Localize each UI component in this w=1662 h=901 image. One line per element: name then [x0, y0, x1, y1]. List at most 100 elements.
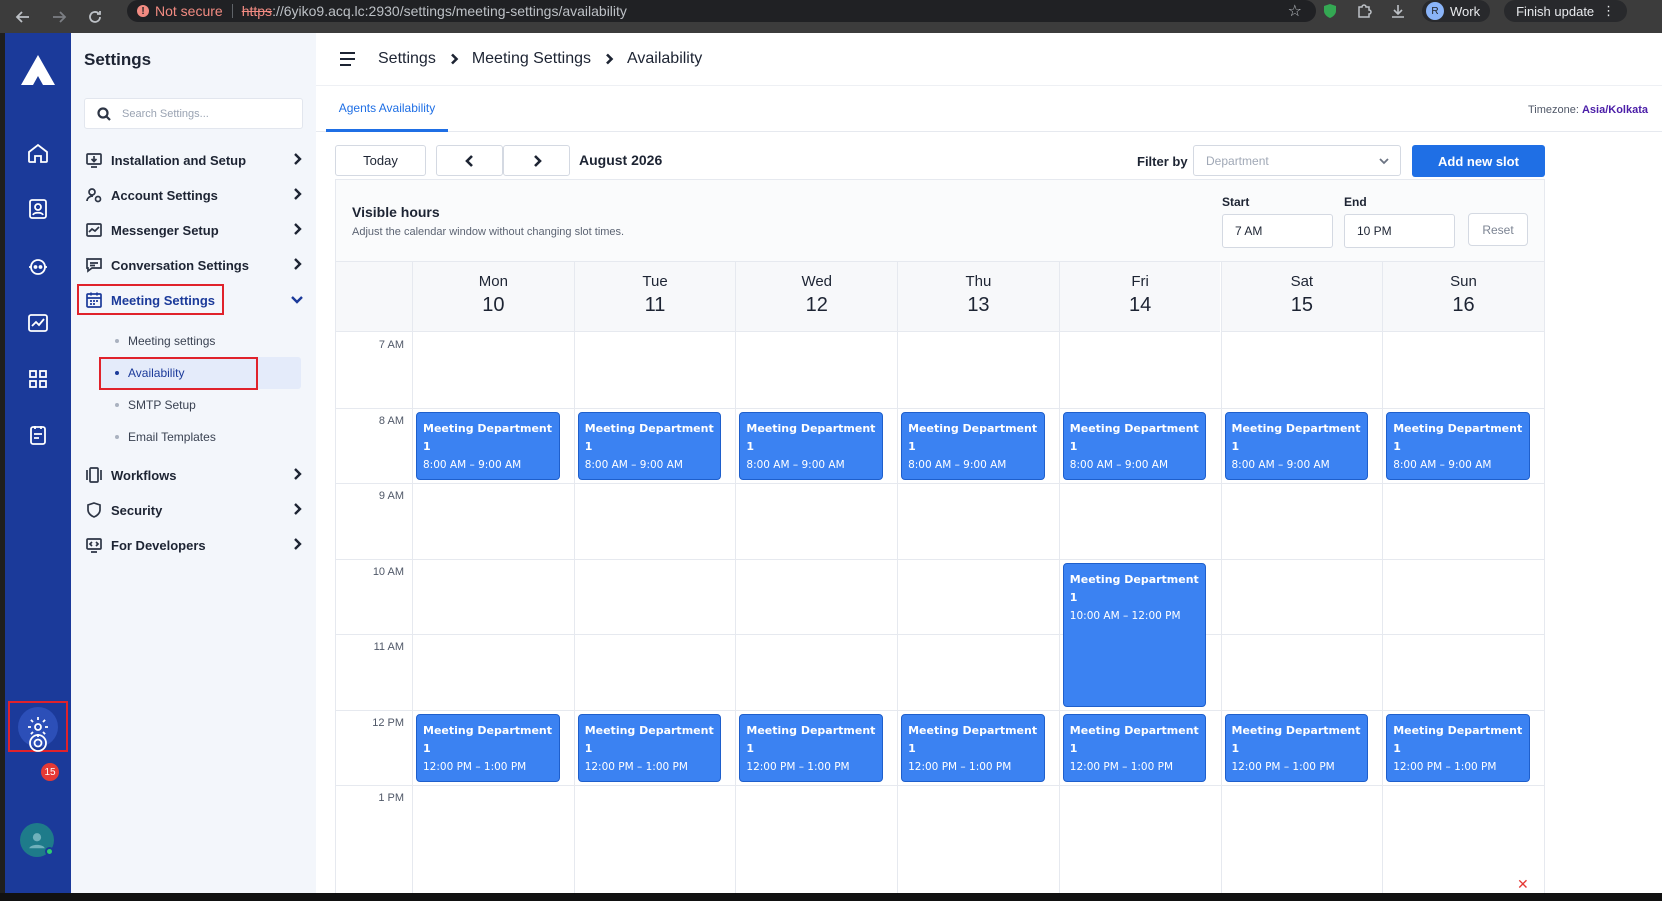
logo-icon[interactable] — [19, 53, 57, 87]
back-icon[interactable] — [10, 4, 36, 30]
calendar: Visible hours Adjust the calendar window… — [335, 179, 1545, 893]
slot-time: 12:00 PM – 1:00 PM — [584, 760, 688, 773]
breadcrumb-meeting-settings[interactable]: Meeting Settings — [472, 50, 591, 68]
bot-icon[interactable] — [22, 251, 54, 283]
slot-time: 8:00 AM – 9:00 AM — [1393, 458, 1492, 471]
availability-slot[interactable]: Meeting Department 1 12:00 PM – 1:00 PM — [1224, 713, 1369, 782]
day-header: Tue 11 — [573, 262, 736, 332]
availability-slot[interactable]: Meeting Department 1 12:00 PM – 1:00 PM — [901, 713, 1045, 782]
apps-icon[interactable] — [22, 363, 54, 395]
support-icon[interactable] — [22, 727, 54, 759]
department-filter-select[interactable]: Department — [1193, 145, 1401, 176]
slot-time: 12:00 PM – 1:00 PM — [423, 760, 527, 773]
bullet-dot — [115, 339, 119, 343]
profile-button[interactable]: R Work — [1422, 0, 1491, 22]
screen-bottom-edge — [0, 893, 1662, 901]
slot-title: Meeting Department 1 — [1393, 723, 1523, 755]
warning-icon: ! — [137, 5, 149, 17]
contacts-icon[interactable] — [22, 193, 54, 225]
extensions-puzzle-icon[interactable] — [1354, 1, 1374, 21]
user-avatar[interactable] — [20, 823, 54, 857]
current-month-label: August 2026 — [579, 152, 663, 168]
notes-icon[interactable] — [22, 419, 54, 451]
slot-time: 12:00 PM – 1:00 PM — [1069, 760, 1174, 773]
menu-icon[interactable] — [340, 52, 358, 66]
not-secure-indicator[interactable]: ! Not secure — [137, 3, 223, 19]
availability-slot[interactable]: Meeting Department 1 8:00 AM – 9:00 AM — [1224, 411, 1369, 480]
slot-title: Meeting Department 1 — [423, 421, 553, 453]
availability-slot[interactable]: Meeting Department 1 8:00 AM – 9:00 AM — [1386, 411, 1530, 480]
availability-slot[interactable]: Meeting Department 1 12:00 PM – 1:00 PM — [577, 713, 722, 782]
day-column-divider — [412, 332, 413, 893]
hour-label: 1 PM — [378, 792, 404, 804]
slot-title: Meeting Department 1 — [1069, 572, 1199, 604]
reload-icon[interactable] — [82, 4, 108, 30]
end-hour-select[interactable]: 10 PM — [1344, 214, 1455, 248]
close-icon: ✕ — [1517, 876, 1529, 892]
availability-slot[interactable]: Meeting Department 1 12:00 PM – 1:00 PM — [1386, 713, 1530, 782]
sub-item-smtp-setup[interactable]: SMTP Setup — [115, 398, 196, 412]
sidebar-item-workflows[interactable]: Workflows — [84, 460, 304, 490]
settings-search-input[interactable]: Search Settings... — [84, 98, 303, 129]
slot-title: Meeting Department 1 — [1069, 723, 1199, 755]
bookmark-star-icon[interactable]: ☆ — [1288, 1, 1302, 21]
chevron-right-icon — [290, 222, 304, 239]
slot-title: Meeting Department 1 — [1069, 421, 1199, 453]
breadcrumb-settings[interactable]: Settings — [378, 50, 436, 68]
notification-badge: 15 — [41, 763, 59, 781]
availability-slot[interactable]: Meeting Department 1 8:00 AM – 9:00 AM — [739, 411, 884, 480]
availability-slot[interactable]: Meeting Department 1 8:00 AM – 9:00 AM — [416, 411, 560, 480]
timezone-label: Timezone: — [1527, 104, 1579, 116]
sidebar-item-developers[interactable]: For Developers — [84, 530, 304, 560]
chevron-right-icon — [606, 53, 614, 65]
settings-title: Settings — [84, 50, 152, 69]
sidebar-item-account[interactable]: Account Settings — [84, 180, 304, 210]
availability-slot[interactable]: Meeting Department 1 10:00 AM – 12:00 PM — [1062, 562, 1207, 707]
slot-time: 8:00 AM – 9:00 AM — [584, 458, 683, 471]
hour-gridline — [336, 558, 1544, 560]
availability-slot[interactable]: Meeting Department 1 12:00 PM – 1:00 PM — [416, 713, 560, 782]
sidebar-item-security[interactable]: Security — [84, 495, 304, 525]
visible-hours-panel: Visible hours Adjust the calendar window… — [336, 180, 1544, 262]
finish-update-button[interactable]: Finish update ⋮ — [1504, 0, 1628, 22]
slot-title: Meeting Department 1 — [1393, 421, 1523, 453]
sidebar-item-conversation[interactable]: Conversation Settings — [84, 250, 304, 280]
day-header: Fri 14 — [1058, 262, 1221, 332]
sidebar-item-installation[interactable]: Installation and Setup — [84, 145, 304, 175]
sidebar-item-label: Installation and Setup — [111, 152, 247, 168]
reset-button[interactable]: Reset — [1468, 213, 1528, 246]
availability-slot[interactable]: Meeting Department 1 12:00 PM – 1:00 PM — [739, 713, 884, 782]
today-button[interactable]: Today — [335, 145, 426, 176]
shield-icon — [84, 500, 104, 520]
bullet-dot — [115, 435, 119, 439]
address-bar[interactable]: ! Not secure https ://6yiko9.acq.lc:2930… — [127, 0, 1316, 22]
visible-hours-title: Visible hours — [352, 204, 440, 220]
availability-slot[interactable]: Meeting Department 1 8:00 AM – 9:00 AM — [577, 411, 722, 480]
hour-gridline — [336, 483, 1544, 484]
download-icon[interactable] — [1388, 1, 1408, 21]
previous-week-button[interactable] — [436, 145, 503, 176]
availability-slot[interactable]: Meeting Department 1 8:00 AM – 9:00 AM — [1062, 411, 1207, 480]
chevron-right-icon — [533, 154, 542, 167]
sidebar-item-messenger[interactable]: Messenger Setup — [84, 215, 304, 245]
sub-item-email-templates[interactable]: Email Templates — [115, 430, 216, 444]
extension-shield-icon[interactable] — [1320, 1, 1340, 21]
next-week-button[interactable] — [503, 145, 570, 176]
day-column-divider — [1382, 332, 1384, 893]
start-hour-select[interactable]: 7 AM — [1222, 214, 1333, 248]
analytics-icon[interactable] — [22, 307, 54, 339]
availability-slot[interactable]: Meeting Department 1 8:00 AM – 9:00 AM — [901, 411, 1045, 480]
tab-agents-availability[interactable]: Agents Availability — [326, 86, 448, 132]
code-monitor-icon — [84, 535, 104, 555]
forward-icon[interactable] — [46, 4, 72, 30]
day-name: Sat — [1290, 273, 1314, 290]
more-vertical-icon: ⋮ — [1602, 3, 1616, 18]
chevron-right-icon — [450, 53, 459, 65]
day-header: Sat 15 — [1220, 262, 1383, 332]
visible-hours-subtitle: Adjust the calendar window without chang… — [352, 226, 625, 238]
availability-slot[interactable]: Meeting Department 1 12:00 PM – 1:00 PM — [1062, 713, 1207, 782]
home-icon[interactable] — [22, 137, 54, 169]
sub-item-meeting-settings[interactable]: Meeting settings — [115, 334, 215, 348]
add-new-slot-button[interactable]: Add new slot — [1412, 145, 1545, 177]
day-name: Mon — [478, 273, 508, 290]
